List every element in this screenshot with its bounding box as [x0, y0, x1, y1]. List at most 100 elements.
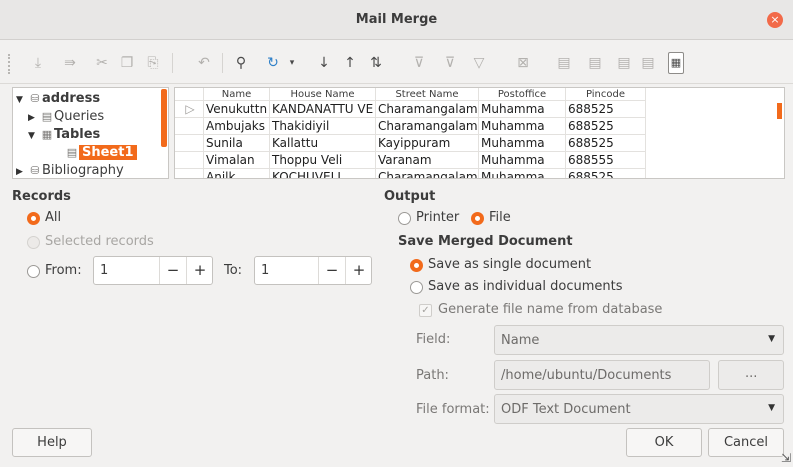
apply-filter-icon[interactable]: ⊽ [440, 53, 460, 73]
table-cell[interactable]: Muhamma [479, 135, 566, 152]
table-cell[interactable]: Venukuttn [204, 101, 270, 118]
table-cell[interactable]: KANDANATTU VE [270, 101, 376, 118]
paste-icon[interactable]: ⎘ [143, 53, 163, 73]
collapsed-arrow-icon[interactable]: ▶ [16, 163, 28, 178]
data-grid[interactable]: Name House Name Street Name Postoffice P… [174, 87, 785, 179]
tree-item-tables[interactable]: ▼ ▦ Tables [28, 126, 100, 144]
table-cell[interactable]: Muhamma [479, 101, 566, 118]
data-to-text-icon[interactable]: ▤ [554, 53, 574, 73]
column-header-street-name[interactable]: Street Name [376, 88, 479, 101]
save-individual-label[interactable]: Save as individual documents [428, 279, 623, 294]
row-header[interactable] [175, 169, 204, 178]
records-from-radio[interactable] [27, 265, 40, 278]
insert-record-icon[interactable]: ⤓ [28, 53, 48, 73]
row-header[interactable] [175, 152, 204, 169]
output-printer-radio[interactable] [398, 212, 411, 225]
refresh-dropdown-icon[interactable]: ▾ [282, 53, 302, 73]
table-cell[interactable]: 688525 [566, 135, 646, 152]
collapsed-arrow-icon[interactable]: ▶ [28, 109, 40, 127]
table-cell[interactable]: 688525 [566, 118, 646, 135]
table-cell[interactable]: Anilk [204, 169, 270, 178]
records-from-label[interactable]: From: [45, 263, 82, 278]
row-marker-icon[interactable]: ▷ [175, 101, 204, 118]
output-printer-label[interactable]: Printer [416, 210, 459, 225]
table-cell[interactable]: Muhamma [479, 169, 566, 178]
output-file-radio[interactable] [471, 212, 484, 225]
table-cell[interactable]: 688555 [566, 152, 646, 169]
resize-grip-icon[interactable]: ⇲ [781, 451, 791, 465]
ok-button[interactable]: OK [626, 428, 702, 457]
refresh-icon[interactable]: ↻ [263, 53, 283, 73]
table-cell[interactable]: Varanam [376, 152, 479, 169]
output-file-label[interactable]: File [489, 210, 511, 225]
to-value[interactable]: 1 [261, 263, 269, 278]
data-to-fields-icon[interactable]: ⇛ [60, 53, 80, 73]
table-cell[interactable]: Muhamma [479, 152, 566, 169]
reset-filter-icon[interactable]: ⊠ [513, 53, 533, 73]
save-single-label[interactable]: Save as single document [428, 257, 591, 272]
help-button[interactable]: Help [12, 428, 92, 457]
queries-icon: ▤ [41, 110, 53, 123]
table-cell[interactable]: Charamangalam [376, 169, 479, 178]
table-cell[interactable]: KOCHUVELI [270, 169, 376, 178]
table-cell[interactable]: 688525 [566, 101, 646, 118]
grid-scrollbar[interactable] [777, 103, 782, 119]
table-cell[interactable]: Sunila [204, 135, 270, 152]
cut-icon[interactable]: ✂ [92, 53, 112, 73]
undo-icon[interactable]: ↶ [194, 53, 214, 73]
table-cell[interactable]: Kayippuram [376, 135, 479, 152]
expanded-arrow-icon[interactable]: ▼ [28, 127, 40, 145]
copy-icon[interactable]: ❐ [117, 53, 137, 73]
table-cell[interactable]: 688525 [566, 169, 646, 178]
save-single-radio[interactable] [410, 259, 423, 272]
toolbar-grip-icon[interactable] [8, 54, 12, 74]
standard-filter-icon[interactable]: ▽ [469, 53, 489, 73]
table-cell[interactable]: Vimalan [204, 152, 270, 169]
save-individual-radio[interactable] [410, 281, 423, 294]
records-all-label[interactable]: All [45, 210, 61, 225]
from-value[interactable]: 1 [100, 263, 108, 278]
data-to-fields-icon-2[interactable]: ▤ [585, 53, 605, 73]
table-cell[interactable]: Charamangalam [376, 101, 479, 118]
table-cell[interactable]: Ambujaks [204, 118, 270, 135]
column-header-postoffice[interactable]: Postoffice [479, 88, 566, 101]
column-header-name[interactable]: Name [204, 88, 270, 101]
sort-ascending-icon[interactable]: ↓ [314, 53, 334, 73]
to-plus-button[interactable]: + [345, 257, 372, 284]
from-stepper[interactable]: 1 − + [93, 256, 213, 285]
row-header[interactable] [175, 118, 204, 135]
tree-item-bibliography[interactable]: ▶ ⛁ Bibliography [16, 162, 124, 178]
cancel-button[interactable]: Cancel [708, 428, 784, 457]
database-tree[interactable]: ▼ ⛁ address ▶ ▤ Queries ▼ ▦ Tables ▤ Sheet1 ▶ ⛁ B… [12, 87, 169, 179]
column-header-house-name[interactable]: House Name [270, 88, 376, 101]
explorer-icon[interactable]: ▦ [668, 52, 684, 74]
mail-merge-icon[interactable]: ▤ [614, 53, 634, 73]
autofilter-icon[interactable]: ⊽ [409, 53, 429, 73]
to-stepper[interactable]: 1 − + [254, 256, 372, 285]
to-minus-button[interactable]: − [318, 257, 345, 284]
path-label: Path: [416, 368, 449, 383]
records-all-radio[interactable] [27, 212, 40, 225]
tree-scrollbar[interactable] [161, 89, 167, 147]
tree-item-queries[interactable]: ▶ ▤ Queries [28, 108, 104, 126]
table-cell[interactable]: Kallattu [270, 135, 376, 152]
records-to-label: To: [224, 263, 243, 278]
from-plus-button[interactable]: + [186, 257, 213, 284]
table-cell[interactable]: Thakidiyil [270, 118, 376, 135]
table-cell[interactable]: Charamangalam [376, 118, 479, 135]
expanded-arrow-icon[interactable]: ▼ [16, 91, 28, 109]
row-header[interactable] [175, 135, 204, 152]
field-dropdown: Name ▼ [494, 325, 784, 355]
close-button[interactable]: × [767, 12, 783, 28]
sort-icon[interactable]: ⇅ [366, 53, 386, 73]
from-minus-button[interactable]: − [159, 257, 186, 284]
records-selected-label: Selected records [45, 234, 154, 249]
tree-item-address[interactable]: ▼ ⛁ address [16, 90, 100, 108]
data-source-icon[interactable]: ▤ [638, 53, 658, 73]
find-record-icon[interactable]: ⚲ [231, 53, 251, 73]
column-header-pincode[interactable]: Pincode [566, 88, 646, 101]
table-cell[interactable]: Thoppu Veli [270, 152, 376, 169]
tree-item-sheet1[interactable]: ▤ Sheet1 [65, 144, 137, 162]
sort-descending-icon[interactable]: ↑ [340, 53, 360, 73]
table-cell[interactable]: Muhamma [479, 118, 566, 135]
